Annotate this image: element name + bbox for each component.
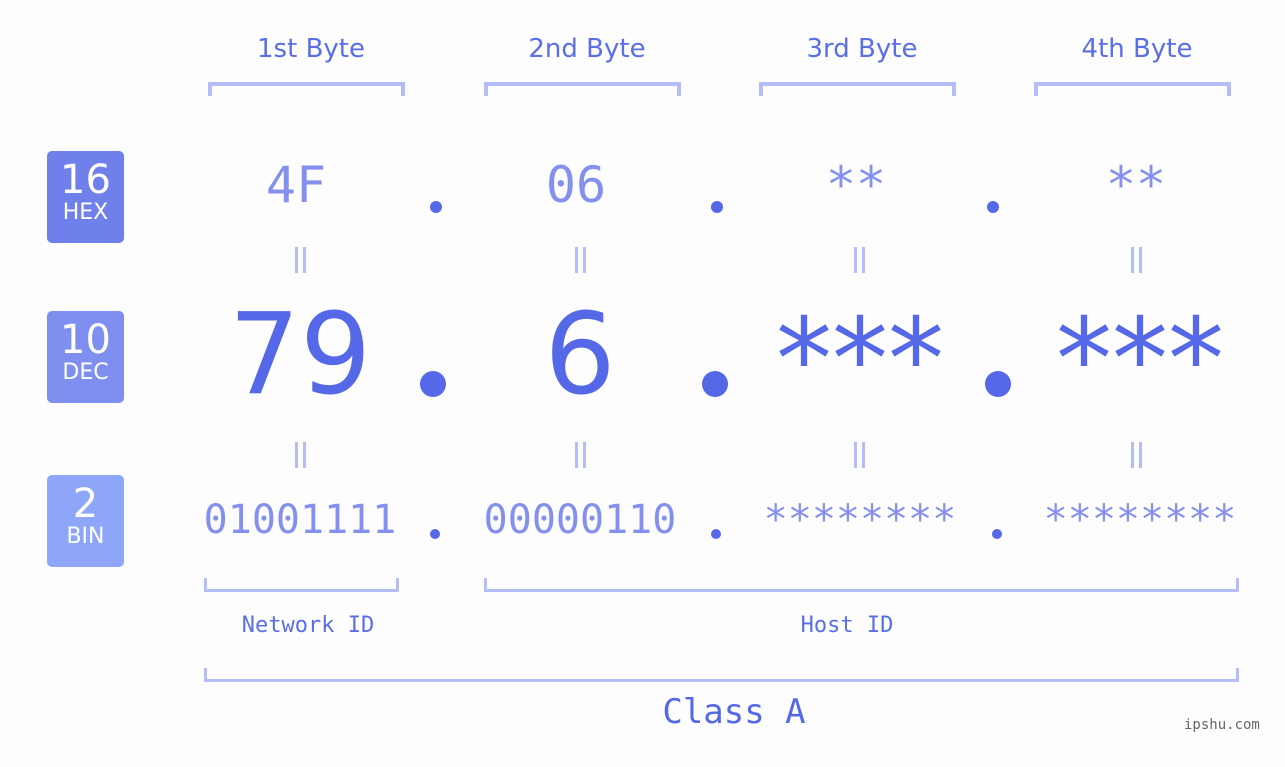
class-label: Class A — [662, 692, 806, 732]
equals-sign — [572, 442, 588, 468]
bin-byte-1: 01001111 — [203, 497, 397, 543]
hex-badge: 16 HEX — [47, 151, 124, 243]
byte-bracket-4 — [1034, 82, 1231, 96]
bin-base-label: BIN — [66, 524, 105, 549]
hex-base-number: 16 — [60, 157, 111, 203]
hex-byte-3: ** — [825, 156, 887, 214]
dec-dot-1 — [420, 371, 446, 397]
watermark: ipshu.com — [1184, 717, 1260, 733]
dec-byte-3: *** — [776, 295, 944, 425]
bin-byte-3: ******** — [763, 497, 957, 543]
equals-sign — [1128, 247, 1144, 273]
bin-dot-1 — [430, 529, 440, 539]
equals-sign — [851, 442, 867, 468]
byte-header-3: 3rd Byte — [806, 34, 918, 64]
equals-sign — [851, 247, 867, 273]
dec-badge: 10 DEC — [47, 311, 124, 403]
network-id-label: Network ID — [241, 613, 375, 638]
dec-dot-3 — [985, 371, 1011, 397]
bin-badge: 2 BIN — [47, 475, 124, 567]
host-id-bracket — [484, 578, 1239, 592]
dec-byte-4: *** — [1056, 295, 1224, 425]
hex-base-label: HEX — [62, 200, 109, 225]
byte-bracket-3 — [759, 82, 956, 96]
byte-header-1: 1st Byte — [257, 34, 365, 64]
equals-sign — [292, 442, 308, 468]
dec-byte-1: 79 — [228, 290, 372, 420]
byte-header-4: 4th Byte — [1081, 34, 1193, 64]
bin-byte-4: ******** — [1043, 497, 1237, 543]
dec-base-label: DEC — [62, 360, 109, 385]
dec-dot-2 — [702, 371, 728, 397]
bin-dot-2 — [711, 529, 721, 539]
equals-sign — [1128, 442, 1144, 468]
byte-bracket-1 — [208, 82, 405, 96]
host-id-label: Host ID — [800, 613, 894, 638]
bin-byte-2: 00000110 — [483, 497, 677, 543]
class-bracket — [204, 668, 1239, 682]
dec-base-number: 10 — [60, 317, 111, 363]
hex-byte-4: ** — [1105, 156, 1167, 214]
bin-dot-3 — [992, 529, 1002, 539]
equals-sign — [292, 247, 308, 273]
network-id-bracket — [204, 578, 399, 592]
equals-sign — [572, 247, 588, 273]
hex-dot-1 — [430, 201, 442, 213]
hex-byte-2: 06 — [545, 156, 607, 214]
byte-header-2: 2nd Byte — [528, 34, 646, 64]
dec-byte-2: 6 — [544, 290, 616, 420]
hex-dot-2 — [711, 201, 723, 213]
hex-dot-3 — [987, 201, 999, 213]
byte-bracket-2 — [484, 82, 681, 96]
hex-byte-1: 4F — [265, 156, 327, 214]
bin-base-number: 2 — [72, 481, 99, 527]
